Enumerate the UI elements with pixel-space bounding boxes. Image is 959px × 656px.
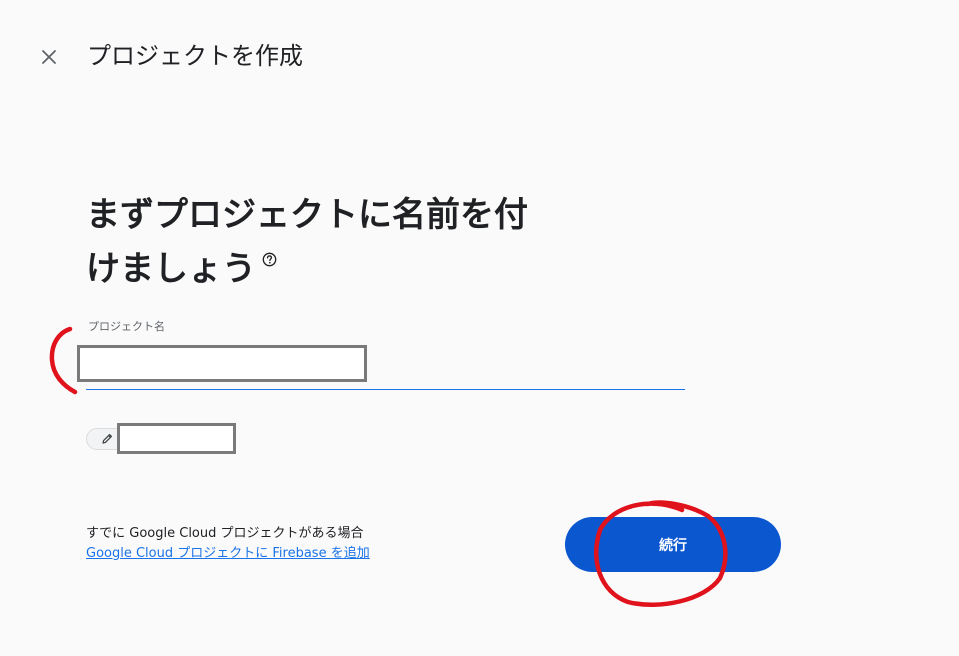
project-name-input[interactable] (77, 345, 367, 382)
headline-line-2: けましょう (86, 242, 606, 296)
continue-button[interactable]: 続行 (565, 517, 781, 572)
close-button[interactable] (34, 42, 64, 72)
headline-line-1: まずプロジェクトに名前を付 (86, 195, 528, 235)
pencil-icon (102, 434, 112, 444)
project-name-underline (86, 389, 685, 390)
existing-project-text: すでに Google Cloud プロジェクトがある場合 (86, 526, 364, 541)
help-circle-icon[interactable] (262, 252, 277, 267)
add-firebase-link[interactable]: Google Cloud プロジェクトに Firebase を追加 (86, 545, 370, 563)
create-project-page: プロジェクトを作成 まずプロジェクトに名前を付 けましょう プロジェクト名 すで… (0, 0, 959, 656)
page-title: プロジェクトを作成 (87, 42, 303, 70)
project-id-value (117, 423, 236, 454)
headline-line-2-text: けましょう (86, 249, 256, 289)
headline: まずプロジェクトに名前を付 けましょう (86, 188, 606, 296)
close-icon (42, 50, 56, 64)
project-name-label: プロジェクト名 (88, 320, 165, 333)
annotation-bracket (49, 326, 78, 395)
